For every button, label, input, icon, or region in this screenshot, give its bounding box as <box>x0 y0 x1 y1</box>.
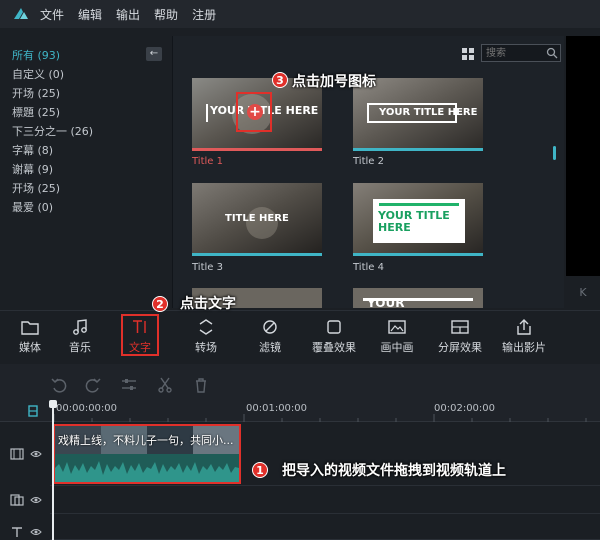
title-thumbnail-3[interactable]: TITLE HERE <box>192 183 322 253</box>
pip-label: 画中画 <box>380 341 414 354</box>
thumbnail-1-label: Title 1 <box>192 156 223 167</box>
media-button[interactable]: 媒体 <box>12 310 48 362</box>
step-1-badge: 1 <box>252 462 268 478</box>
overlay-track[interactable] <box>50 486 600 514</box>
menu-file[interactable]: 文件 <box>40 6 64 23</box>
picture-icon <box>388 320 406 334</box>
overlay-track-eye-icon[interactable] <box>30 496 42 504</box>
step-2-badge: 2 <box>152 296 168 312</box>
menu-export[interactable]: 输出 <box>116 6 140 23</box>
category-favorites[interactable]: 最爱 (0) <box>12 198 93 217</box>
grid-view-icon[interactable] <box>462 48 474 60</box>
overlay-icon <box>327 320 341 334</box>
thumbnail-1-underline <box>192 148 322 151</box>
thumbnail-4-label: Title 4 <box>353 262 384 273</box>
adjust-icon[interactable] <box>120 376 138 394</box>
cut-icon[interactable] <box>156 376 174 394</box>
category-list: 所有 (93) 自定义 (0) 开场 (25) 標題 (25) 下三分之一 (2… <box>12 46 93 217</box>
add-plus-icon[interactable]: + <box>247 104 263 120</box>
category-titles[interactable]: 標題 (25) <box>12 103 93 122</box>
menu-edit[interactable]: 编辑 <box>78 6 102 23</box>
category-credits[interactable]: 谢幕 (9) <box>12 160 93 179</box>
transition-label: 转场 <box>195 341 217 354</box>
step-3-badge: 3 <box>272 72 288 88</box>
menu-register[interactable]: 注册 <box>192 6 216 23</box>
folder-icon <box>21 321 39 335</box>
video-track-eye-icon[interactable] <box>30 450 42 458</box>
snap-icon[interactable] <box>28 405 38 417</box>
filter-icon <box>263 320 277 334</box>
export-label: 输出影片 <box>502 341 546 354</box>
music-note-icon <box>73 319 87 335</box>
thumbnail-3-underline <box>192 253 322 256</box>
menu-help[interactable]: 帮助 <box>154 6 178 23</box>
text-track[interactable] <box>50 514 600 540</box>
text-track-icon <box>12 527 22 537</box>
overlay-button[interactable]: 覆叠效果 <box>306 310 362 362</box>
collapse-sidebar-button[interactable]: ← <box>146 47 162 61</box>
title-thumbnail-6[interactable]: YOUR <box>353 288 483 308</box>
overlay-label: 覆叠效果 <box>312 341 356 354</box>
pip-button[interactable]: 画中画 <box>376 310 418 362</box>
category-opening-2[interactable]: 开场 (25) <box>12 179 93 198</box>
thumbnail-3-label: Title 3 <box>192 262 223 273</box>
category-custom[interactable]: 自定义 (0) <box>12 65 93 84</box>
filter-label: 滤镜 <box>259 341 281 354</box>
category-opening[interactable]: 开场 (25) <box>12 84 93 103</box>
export-button[interactable]: 输出影片 <box>498 310 550 362</box>
thumbnail-caption: YOUR TITLE HERE <box>379 107 478 118</box>
category-subtitles[interactable]: 字幕 (8) <box>12 141 93 160</box>
playhead[interactable] <box>52 400 54 540</box>
clip-audio-waveform <box>55 454 239 482</box>
split-screen-label: 分屏效果 <box>438 341 482 354</box>
music-label: 音乐 <box>69 341 91 354</box>
export-icon <box>517 319 531 335</box>
media-label: 媒体 <box>19 341 41 354</box>
thumbnail-caption: YOUR <box>367 296 405 308</box>
app-logo-icon <box>14 8 28 19</box>
preview-window <box>566 36 600 276</box>
text-button-highlight <box>121 314 159 356</box>
step-2-text: 点击文字 <box>180 296 236 312</box>
thumbnail-caption: YOUR TITLE HERE <box>378 209 450 234</box>
thumbnail-2-label: Title 2 <box>353 156 384 167</box>
category-all[interactable]: 所有 (93) <box>12 46 93 65</box>
video-track-icon <box>10 448 24 460</box>
redo-icon[interactable] <box>84 376 102 394</box>
playhead-handle[interactable] <box>49 400 57 408</box>
step-1-text: 把导入的视频文件拖拽到视频轨道上 <box>282 463 506 479</box>
category-lower-thirds[interactable]: 下三分之一 (26) <box>12 122 93 141</box>
text-track-eye-icon[interactable] <box>30 528 42 536</box>
library-scrollbar[interactable] <box>553 146 556 160</box>
split-screen-icon <box>451 320 469 334</box>
overlay-track-icon <box>10 494 24 506</box>
search-icon[interactable] <box>546 47 558 59</box>
menu-bar: 文件 编辑 输出 帮助 注册 <box>0 0 600 28</box>
trash-icon[interactable] <box>192 376 210 394</box>
step-3-text: 点击加号图标 <box>292 74 376 90</box>
thumbnail-caption: TITLE HERE <box>225 213 289 224</box>
thumbnail-2-underline <box>353 148 483 151</box>
preview-corner-label: K <box>579 286 587 299</box>
title-thumbnail-4[interactable]: YOUR TITLE HERE <box>353 183 483 253</box>
transition-icon <box>199 319 213 335</box>
music-button[interactable]: 音乐 <box>62 310 98 362</box>
thumbnail-4-underline <box>353 253 483 256</box>
ruler-ticks <box>53 414 587 422</box>
split-screen-button[interactable]: 分屏效果 <box>434 310 486 362</box>
transition-button[interactable]: 转场 <box>188 310 224 362</box>
clip-title: 戏精上线，不料儿子一句，共同小... <box>58 434 234 447</box>
filter-button[interactable]: 滤镜 <box>252 310 288 362</box>
video-clip[interactable]: 戏精上线，不料儿子一句，共同小... <box>53 424 241 484</box>
undo-icon[interactable] <box>50 376 68 394</box>
